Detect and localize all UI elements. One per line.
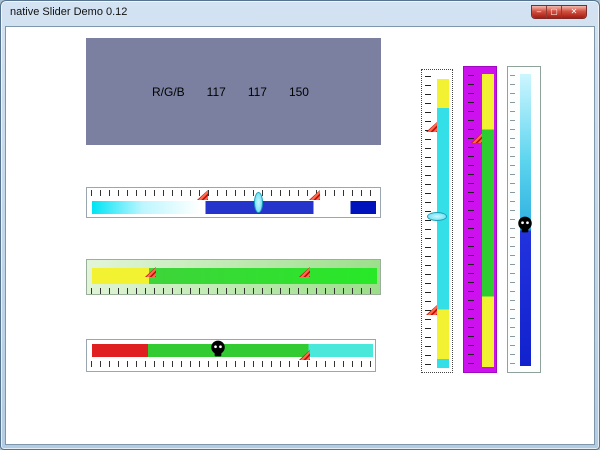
rgb-value-panel: R/G/B 117 117 150 xyxy=(86,38,381,145)
horizontal-slider-green[interactable] xyxy=(86,259,381,295)
close-icon: ✕ xyxy=(570,7,578,16)
slider-track[interactable] xyxy=(437,76,449,368)
oval-thumb-icon[interactable] xyxy=(254,192,263,213)
blue-value: 150 xyxy=(288,84,309,99)
ruler-ticks xyxy=(510,75,515,365)
vertical-slider-blue[interactable] xyxy=(507,66,541,373)
slider-track[interactable] xyxy=(92,268,377,284)
ruler-ticks xyxy=(425,76,431,366)
app-window: native Slider Demo 0.12 – ▢ ✕ R/G/B 117 … xyxy=(0,0,600,450)
vertical-slider-cyan[interactable] xyxy=(421,69,453,373)
horizontal-slider-blue[interactable] xyxy=(86,187,381,218)
oval-thumb-icon[interactable] xyxy=(427,212,447,221)
maximize-button[interactable]: ▢ xyxy=(547,6,562,18)
client-area: R/G/B 117 117 150 xyxy=(5,26,595,445)
green-value: 117 xyxy=(247,84,267,99)
maximize-icon: ▢ xyxy=(550,7,558,16)
window-controls: – ▢ ✕ xyxy=(531,5,587,19)
slider-track[interactable] xyxy=(92,344,373,357)
titlebar[interactable]: native Slider Demo 0.12 – ▢ ✕ xyxy=(1,1,599,26)
red-value: 117 xyxy=(206,84,226,99)
close-button[interactable]: ✕ xyxy=(562,6,586,18)
slider-track[interactable] xyxy=(92,201,376,214)
horizontal-slider-rgb[interactable] xyxy=(86,339,376,372)
ruler-ticks xyxy=(468,75,474,365)
ruler-ticks xyxy=(91,288,378,294)
rgb-label: R/G/B xyxy=(152,84,185,99)
minimize-icon: – xyxy=(536,7,542,16)
ruler-ticks xyxy=(91,361,373,367)
ruler-ticks xyxy=(91,190,377,196)
slider-track[interactable] xyxy=(482,74,494,367)
skull-thumb-icon[interactable] xyxy=(209,339,227,359)
vertical-slider-magenta[interactable] xyxy=(463,66,497,373)
skull-thumb-icon[interactable] xyxy=(516,215,534,235)
minimize-button[interactable]: – xyxy=(532,6,547,18)
window-title: native Slider Demo 0.12 xyxy=(10,6,128,18)
